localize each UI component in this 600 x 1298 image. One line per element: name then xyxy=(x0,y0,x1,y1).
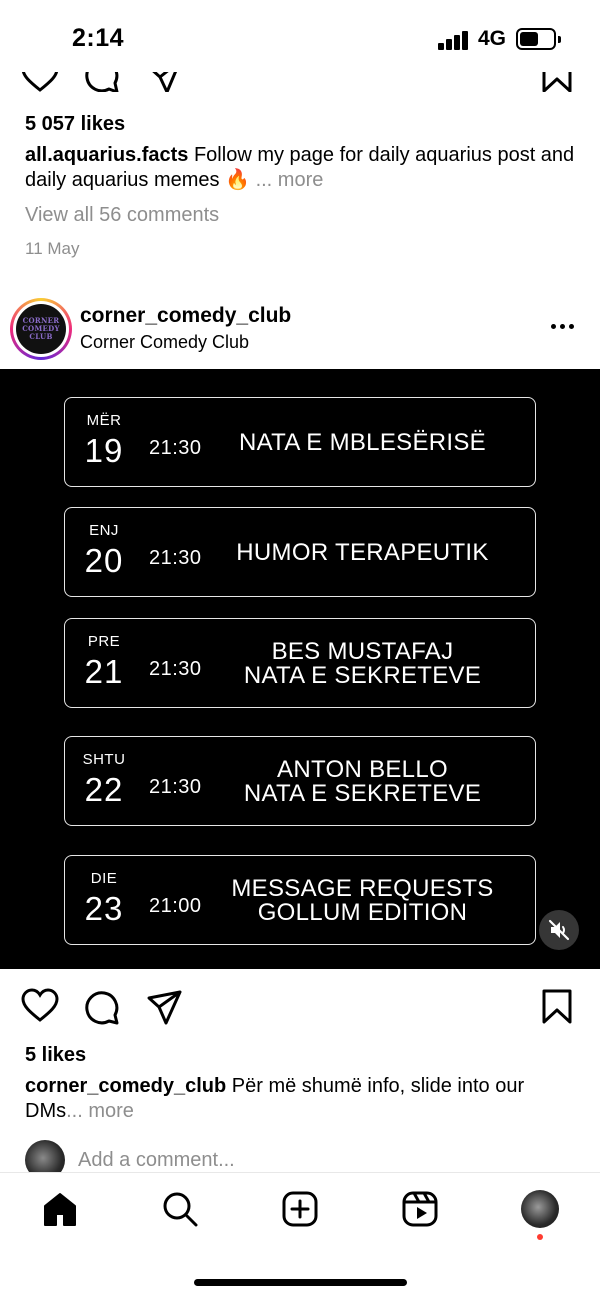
event-title: BES MUSTAFAJ NATA E SEKRETEVE xyxy=(243,638,482,689)
network-label: 4G xyxy=(478,27,507,50)
caption-username[interactable]: all.aquarius.facts xyxy=(25,144,188,166)
profile-avatar xyxy=(521,1190,559,1228)
event-time: 21:30 xyxy=(149,776,202,798)
event-date: 20 xyxy=(84,542,124,579)
event-card: MËR 19 21:30 NATA E MBLESËRISË xyxy=(64,397,536,487)
notification-dot xyxy=(537,1234,543,1240)
status-time: 2:14 xyxy=(72,24,125,52)
fire-emoji: 🔥 xyxy=(225,169,250,191)
previous-post-caption: all.aquarius.facts Follow my page for da… xyxy=(25,143,585,193)
post-display-name: Corner Comedy Club xyxy=(80,332,250,352)
event-date: 21 xyxy=(84,653,124,690)
event-day: DIE xyxy=(90,870,118,887)
mute-button[interactable] xyxy=(539,910,579,950)
event-title: ANTON BELLO NATA E SEKRETEVE xyxy=(243,756,482,807)
event-time: 21:30 xyxy=(149,437,202,459)
post-date: 11 May xyxy=(25,239,80,258)
event-card: PRE 21 21:30 BES MUSTAFAJ NATA E SEKRETE… xyxy=(64,618,536,708)
story-avatar[interactable]: CORNER COMEDY CLUB xyxy=(10,298,72,360)
more-options-icon[interactable] xyxy=(551,316,581,336)
home-icon xyxy=(44,1193,76,1226)
event-time: 21:30 xyxy=(149,547,202,569)
nav-create[interactable] xyxy=(280,1189,320,1229)
post-actions xyxy=(0,988,600,1028)
comment-icon[interactable] xyxy=(82,72,122,92)
event-title: HUMOR TERAPEUTIK xyxy=(236,539,489,566)
nav-home[interactable] xyxy=(40,1189,80,1229)
signal-icon xyxy=(438,30,470,50)
event-date: 22 xyxy=(84,771,124,808)
caption-username[interactable]: corner_comedy_club xyxy=(25,1075,226,1097)
battery-icon xyxy=(516,28,561,50)
muted-speaker-icon xyxy=(548,919,570,941)
heart-icon[interactable] xyxy=(20,72,60,92)
event-date: 23 xyxy=(84,890,124,927)
nav-search[interactable] xyxy=(160,1189,200,1229)
home-indicator xyxy=(194,1279,407,1286)
event-day: ENJ xyxy=(89,522,119,539)
share-icon[interactable] xyxy=(144,988,184,1026)
view-all-comments-link[interactable]: View all 56 comments xyxy=(25,204,219,227)
comment-icon[interactable] xyxy=(82,988,122,1026)
event-time: 21:00 xyxy=(149,895,202,917)
bottom-navigation xyxy=(0,1172,600,1298)
event-card: ENJ 20 21:30 HUMOR TERAPEUTIK xyxy=(64,507,536,597)
nav-profile[interactable] xyxy=(520,1189,560,1229)
event-day: MËR xyxy=(86,412,122,429)
caption-more-link[interactable]: ... more xyxy=(66,1100,134,1122)
event-card: SHTU 22 21:30 ANTON BELLO NATA E SEKRETE… xyxy=(64,736,536,826)
event-title: NATA E MBLESËRISË xyxy=(239,429,486,456)
previous-post-actions xyxy=(0,72,600,92)
caption-more-link[interactable]: ... more xyxy=(256,169,324,191)
event-card: DIE 23 21:00 MESSAGE REQUESTS GOLLUM EDI… xyxy=(64,855,536,945)
status-bar: 2:14 4G xyxy=(0,0,600,72)
post-caption: corner_comedy_club Për më shumë info, sl… xyxy=(25,1074,585,1124)
comment-input[interactable]: Add a comment... xyxy=(78,1149,235,1172)
add-comment-row[interactable]: Add a comment... xyxy=(25,1140,585,1180)
post-media[interactable]: MËR 19 21:30 NATA E MBLESËRISË ENJ 20 21… xyxy=(0,369,600,969)
post-likes[interactable]: 5 likes xyxy=(25,1044,86,1067)
share-icon[interactable] xyxy=(145,72,185,92)
bookmark-icon[interactable] xyxy=(540,988,574,1026)
event-title: MESSAGE REQUESTS GOLLUM EDITION xyxy=(231,875,494,926)
create-icon xyxy=(282,1191,318,1227)
club-logo: CORNER COMEDY CLUB xyxy=(16,304,66,354)
search-icon xyxy=(163,1192,198,1227)
reels-icon xyxy=(402,1191,438,1227)
nav-reels[interactable] xyxy=(400,1189,440,1229)
previous-post-likes[interactable]: 5 057 likes xyxy=(25,113,125,136)
event-day: PRE xyxy=(87,633,121,650)
event-day: SHTU xyxy=(82,751,126,768)
heart-icon[interactable] xyxy=(20,988,60,1024)
event-time: 21:30 xyxy=(149,658,202,680)
event-date: 19 xyxy=(84,432,124,469)
post-username[interactable]: corner_comedy_club xyxy=(80,304,291,328)
bookmark-icon[interactable] xyxy=(540,72,574,92)
